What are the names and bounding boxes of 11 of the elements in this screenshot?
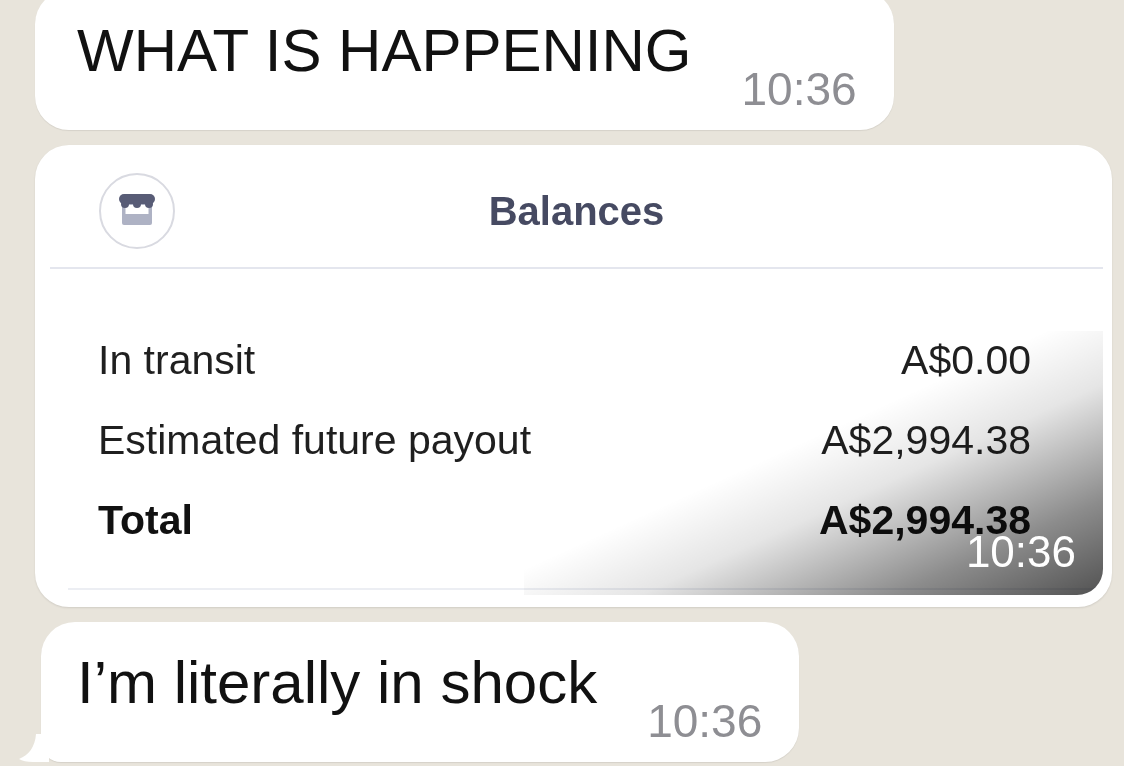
storefront-icon	[98, 172, 176, 250]
balance-amount: A$0.00	[901, 336, 1031, 384]
balance-label: In transit	[98, 336, 256, 384]
card-title: Balances	[488, 188, 665, 234]
balance-label: Estimated future payout	[98, 416, 532, 464]
message-text: WHAT IS HAPPENING	[77, 16, 692, 85]
message-text: I’m literally in shock	[77, 648, 598, 717]
message-time: 10:36	[647, 696, 763, 746]
balance-label: Total	[98, 496, 193, 544]
message-time: 10:36	[741, 64, 857, 114]
balance-amount: A$2,994.38	[821, 416, 1031, 464]
